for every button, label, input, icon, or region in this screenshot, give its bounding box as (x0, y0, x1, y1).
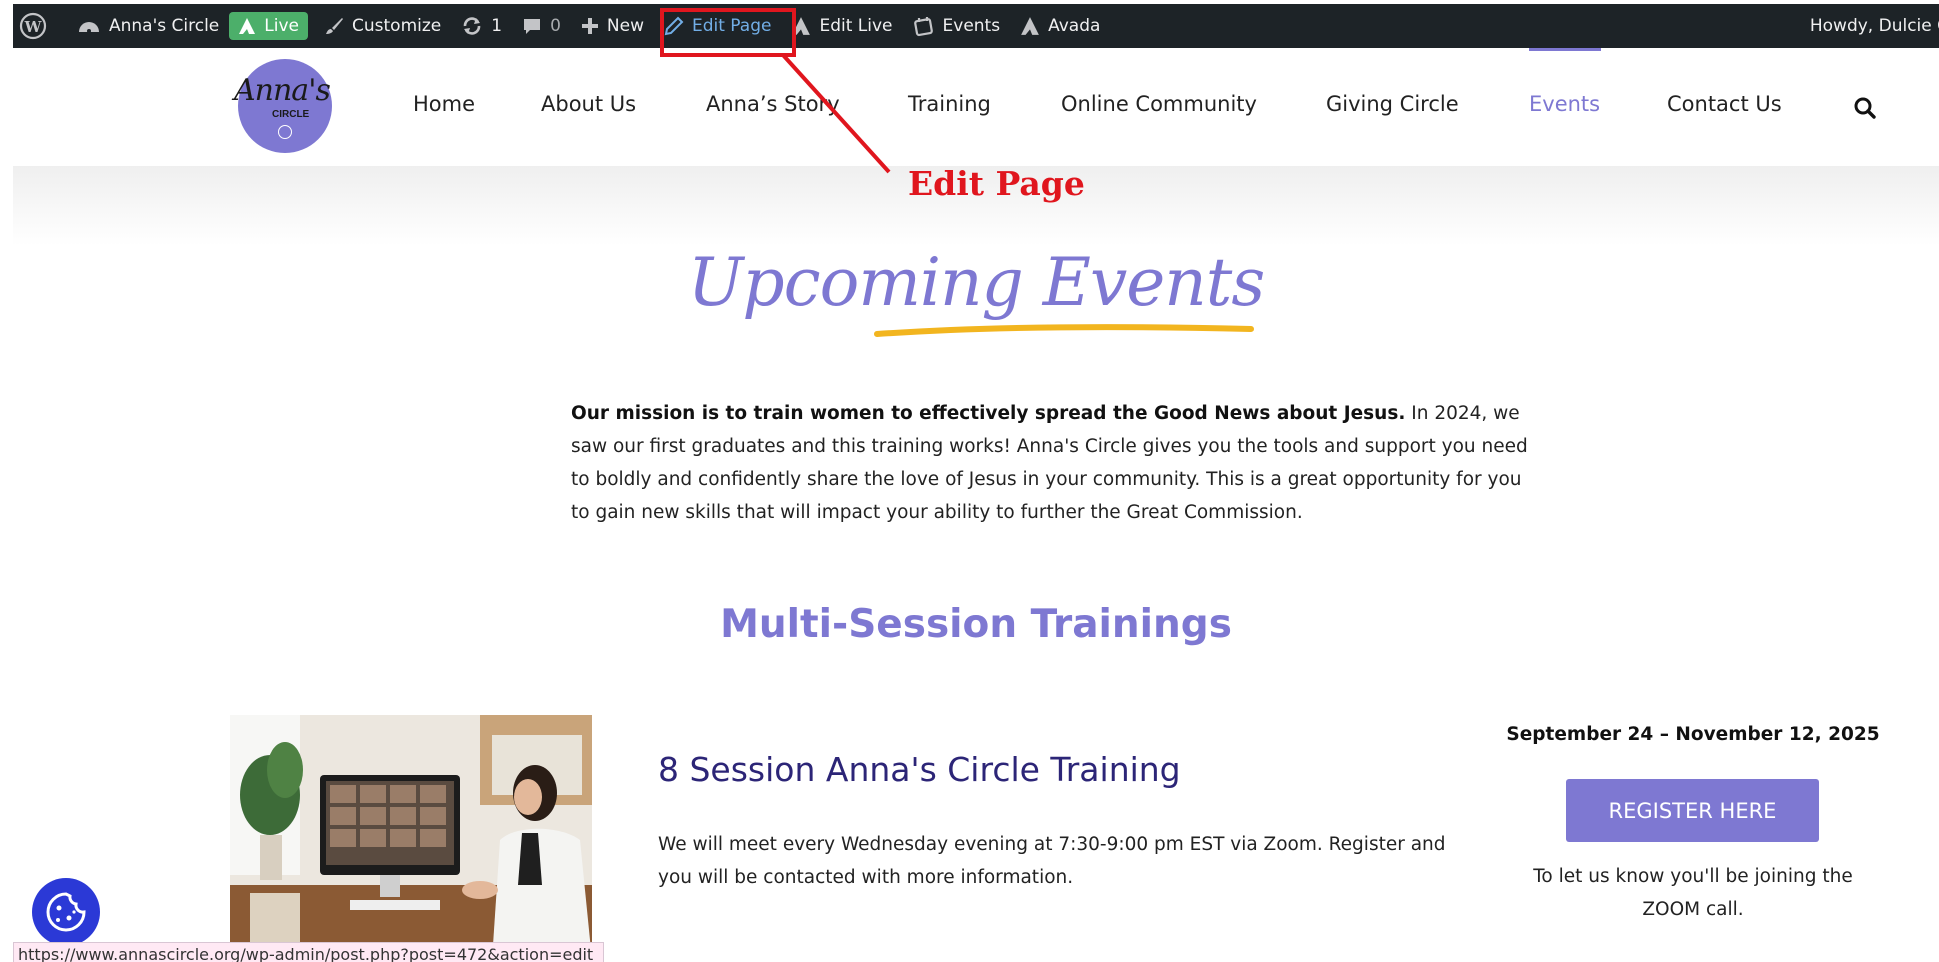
nav-giving-circle[interactable]: Giving Circle (1326, 92, 1459, 116)
search-icon[interactable] (1853, 96, 1877, 120)
avada-label: Avada (1048, 16, 1101, 36)
mission-paragraph: Our mission is to train women to effecti… (571, 397, 1531, 529)
cookie-icon (46, 892, 86, 932)
event-description: We will meet every Wednesday evening at … (658, 834, 1446, 888)
edit-page-callout: Edit Page (908, 164, 1085, 203)
account-menu[interactable]: Howdy, Dulcie C (1800, 4, 1939, 48)
register-here-button[interactable]: REGISTER HERE (1566, 779, 1819, 842)
events-label: Events (942, 16, 1001, 36)
event-note: To let us know you'll be joining the ZOO… (1533, 866, 1853, 920)
howdy-label: Howdy, Dulcie C (1809, 16, 1939, 36)
upcoming-events-heading: Upcoming Events (687, 244, 1265, 321)
status-bar-url: https://www.annascircle.org/wp-admin/pos… (13, 942, 605, 962)
browser-viewport: W Anna's Circle Live Customize 1 0 New E… (13, 4, 1939, 962)
nav-events[interactable]: Events (1529, 92, 1600, 116)
callout-arrow-line (781, 53, 891, 174)
nav-contact-us[interactable]: Contact Us (1667, 92, 1782, 116)
nav-active-indicator (1529, 48, 1601, 51)
calendar-icon (913, 17, 933, 37)
avada-menu[interactable]: Avada (1010, 4, 1110, 48)
nav-training[interactable]: Training (908, 92, 991, 116)
mission-bold-text: Our mission is to train women to effecti… (571, 403, 1406, 424)
multi-session-heading: Multi-Session Trainings (720, 602, 1232, 647)
cookie-settings-button[interactable] (32, 878, 100, 946)
woman-video-call-image (230, 715, 592, 960)
event-title[interactable]: 8 Session Anna's Circle Training (658, 750, 1181, 789)
event-photo[interactable] (230, 715, 592, 960)
events-menu[interactable]: Events (903, 4, 1011, 48)
avada-icon (1021, 17, 1039, 35)
nav-online-community[interactable]: Online Community (1061, 92, 1257, 116)
heading-underline-swash (874, 324, 1254, 337)
event-date: September 24 – November 12, 2025 (1506, 724, 1880, 745)
